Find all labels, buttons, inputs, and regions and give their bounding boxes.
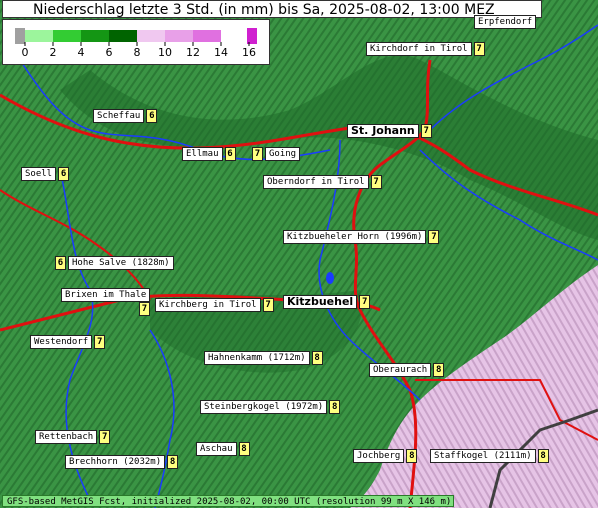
model-info-footer: GFS-based MetGIS Fcst, initialized 2025-… [2, 495, 454, 507]
place-name: Staffkogel (2111m) [430, 449, 536, 463]
place-label[interactable]: Brixen im Thale [61, 288, 151, 302]
place-name: Westendorf [30, 335, 93, 349]
precip-value: 7 [139, 302, 150, 316]
place-label[interactable]: Ellmau 6 [182, 147, 236, 161]
legend-tick: 12 [186, 46, 200, 59]
precip-value: 6 [146, 109, 158, 123]
place-name: Soell [21, 167, 57, 181]
place-name: Hahnenkamm (1712m) [204, 351, 310, 365]
legend-tick: 4 [77, 46, 85, 59]
legend-tick: 0 [21, 46, 29, 59]
place-label[interactable]: St. Johann 7 [347, 124, 432, 138]
place-name: Erpfendorf [474, 15, 537, 29]
place-label[interactable]: 7 [139, 302, 150, 316]
legend-swatch [109, 30, 137, 42]
precip-value: 6 [58, 167, 70, 181]
legend-tick: 10 [158, 46, 172, 59]
map-title: Niederschlag letzte 3 Std. (in mm) bis S… [2, 0, 542, 18]
place-name: Brechhorn (2032m) [65, 455, 166, 469]
place-name: Kirchberg in Tirol [155, 298, 261, 312]
place-label[interactable]: Oberndorf in Tirol 7 [263, 175, 382, 189]
precip-value: 7 [420, 124, 432, 138]
legend-swatch [53, 30, 81, 42]
place-label[interactable]: Kitzbuehel 7 [283, 295, 371, 309]
precipitation-legend: 0 2 4 6 8 10 12 14 16 [2, 19, 270, 65]
legend-swatch [247, 28, 257, 44]
precip-value: 8 [238, 442, 250, 456]
precip-value: 8 [406, 449, 418, 463]
precip-value: 7 [370, 175, 382, 189]
legend-swatch [25, 30, 53, 42]
precip-value: 8 [311, 351, 323, 365]
precip-value: 8 [433, 363, 445, 377]
place-label[interactable]: Oberaurach 8 [369, 363, 445, 377]
precip-value: 7 [262, 298, 274, 312]
precip-value: 7 [473, 42, 485, 56]
place-name: Kitzbuehel [283, 295, 358, 309]
legend-tick: 6 [105, 46, 113, 59]
precip-value: 7 [94, 335, 106, 349]
place-label[interactable]: Staffkogel (2111m) 8 [430, 449, 549, 463]
legend-tick: 2 [49, 46, 57, 59]
precipitation-map[interactable]: Niederschlag letzte 3 Std. (in mm) bis S… [0, 0, 598, 508]
legend-swatch [137, 30, 165, 42]
place-name: Kirchdorf in Tirol [366, 42, 472, 56]
place-name: Scheffau [93, 109, 145, 123]
precip-value: 8 [167, 455, 179, 469]
place-label[interactable]: Brechhorn (2032m) 8 [65, 455, 179, 469]
place-label[interactable]: Kitzbueheler Horn (1996m) 7 [283, 230, 440, 244]
place-name: St. Johann [347, 124, 419, 138]
place-label[interactable]: Soell 6 [21, 167, 70, 181]
precip-value: 7 [428, 230, 440, 244]
place-name: Steinbergkogel (1972m) [200, 400, 328, 414]
place-name: Brixen im Thale [61, 288, 151, 302]
place-name: Hohe Salve (1828m) [68, 256, 174, 270]
place-name: Jochberg [353, 449, 405, 463]
precip-value: 8 [329, 400, 341, 414]
place-label[interactable]: Kirchberg in Tirol 7 [155, 298, 274, 312]
place-label[interactable]: Erpfendorf [474, 15, 537, 29]
legend-swatch [15, 28, 25, 44]
place-label[interactable]: Kirchdorf in Tirol 7 [366, 42, 485, 56]
place-label[interactable]: 7 Going [252, 147, 301, 161]
legend-swatch [193, 30, 221, 42]
place-label[interactable]: Scheffau 6 [93, 109, 158, 123]
precip-value: 6 [224, 147, 236, 161]
place-name: Oberaurach [369, 363, 432, 377]
legend-tick: 8 [133, 46, 141, 59]
place-label[interactable]: 6 Hohe Salve (1828m) [55, 256, 174, 270]
legend-tick: 14 [214, 46, 228, 59]
place-label[interactable]: Rettenbach 7 [35, 430, 111, 444]
place-name: Kitzbueheler Horn (1996m) [283, 230, 427, 244]
place-label[interactable]: Jochberg 8 [353, 449, 418, 463]
precip-value: 7 [359, 295, 371, 309]
legend-swatch [81, 30, 109, 42]
legend-tick: 16 [242, 46, 256, 59]
legend-swatch [165, 30, 193, 42]
place-label[interactable]: Aschau 8 [196, 442, 250, 456]
place-name: Oberndorf in Tirol [263, 175, 369, 189]
precip-value: 8 [537, 449, 549, 463]
place-label[interactable]: Westendorf 7 [30, 335, 106, 349]
precip-value: 6 [55, 256, 66, 270]
place-name: Rettenbach [35, 430, 98, 444]
place-name: Ellmau [182, 147, 223, 161]
place-label[interactable]: Hahnenkamm (1712m) 8 [204, 351, 323, 365]
place-name: Aschau [196, 442, 237, 456]
precip-value: 7 [99, 430, 111, 444]
place-name: Going [265, 147, 301, 161]
place-label[interactable]: Steinbergkogel (1972m) 8 [200, 400, 341, 414]
lake [326, 272, 334, 284]
precip-value: 7 [252, 147, 263, 161]
